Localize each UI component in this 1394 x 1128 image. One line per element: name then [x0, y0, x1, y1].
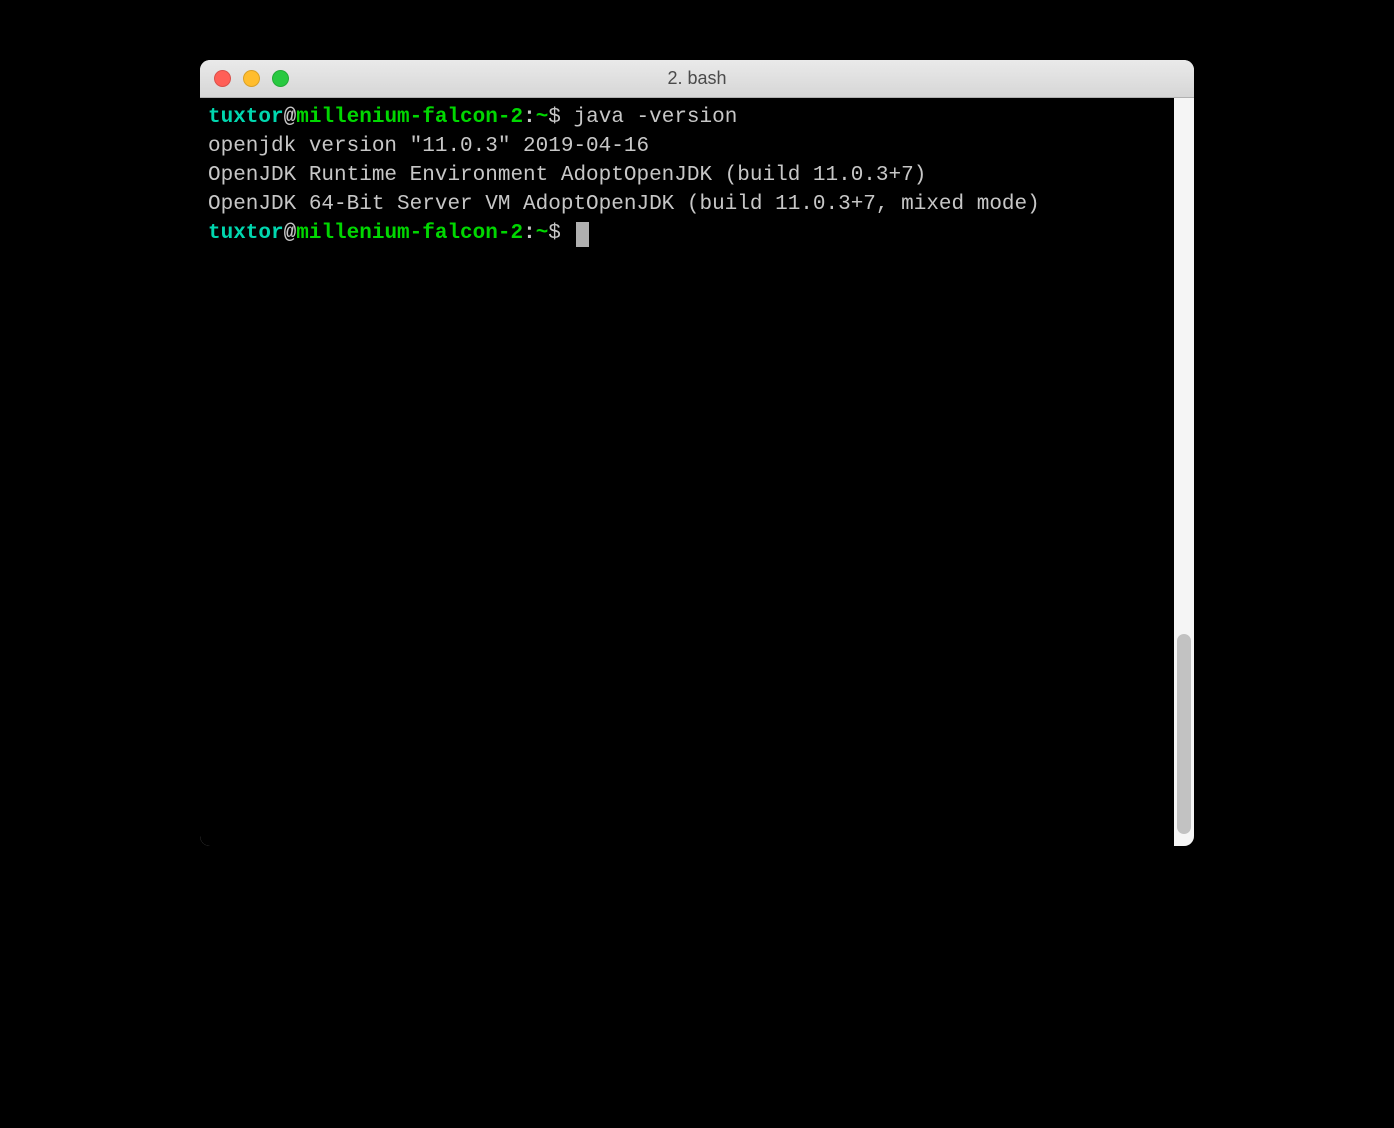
prompt-host: millenium-falcon-2 — [296, 222, 523, 245]
scrollbar-track[interactable] — [1174, 98, 1194, 846]
prompt-host: millenium-falcon-2 — [296, 106, 523, 129]
titlebar[interactable]: 2. bash — [200, 60, 1194, 98]
cursor-icon — [576, 222, 589, 247]
output-line-1: openjdk version "11.0.3" 2019-04-16 — [208, 133, 1186, 162]
prompt-user: tuxtor — [208, 222, 284, 245]
maximize-button[interactable] — [272, 70, 289, 87]
terminal-body[interactable]: tuxtor@millenium-falcon-2:~$ java -versi… — [200, 98, 1194, 846]
scrollbar-thumb[interactable] — [1177, 634, 1191, 834]
prompt-path: ~ — [536, 222, 549, 245]
prompt-line-1: tuxtor@millenium-falcon-2:~$ java -versi… — [208, 104, 1186, 133]
prompt-at: @ — [284, 222, 297, 245]
prompt-at: @ — [284, 106, 297, 129]
output-line-2: OpenJDK Runtime Environment AdoptOpenJDK… — [208, 162, 1186, 191]
prompt-user: tuxtor — [208, 106, 284, 129]
prompt-dollar: $ — [548, 222, 573, 245]
window-title: 2. bash — [200, 68, 1194, 89]
prompt-dollar: $ — [548, 106, 573, 129]
terminal-window: 2. bash tuxtor@millenium-falcon-2:~$ jav… — [200, 60, 1194, 846]
prompt-path: ~ — [536, 106, 549, 129]
prompt-line-2: tuxtor@millenium-falcon-2:~$ — [208, 220, 1186, 249]
prompt-colon: : — [523, 106, 536, 129]
minimize-button[interactable] — [243, 70, 260, 87]
command-text: java -version — [574, 106, 738, 129]
traffic-lights — [214, 70, 289, 87]
output-line-3: OpenJDK 64-Bit Server VM AdoptOpenJDK (b… — [208, 191, 1186, 220]
prompt-colon: : — [523, 222, 536, 245]
close-button[interactable] — [214, 70, 231, 87]
